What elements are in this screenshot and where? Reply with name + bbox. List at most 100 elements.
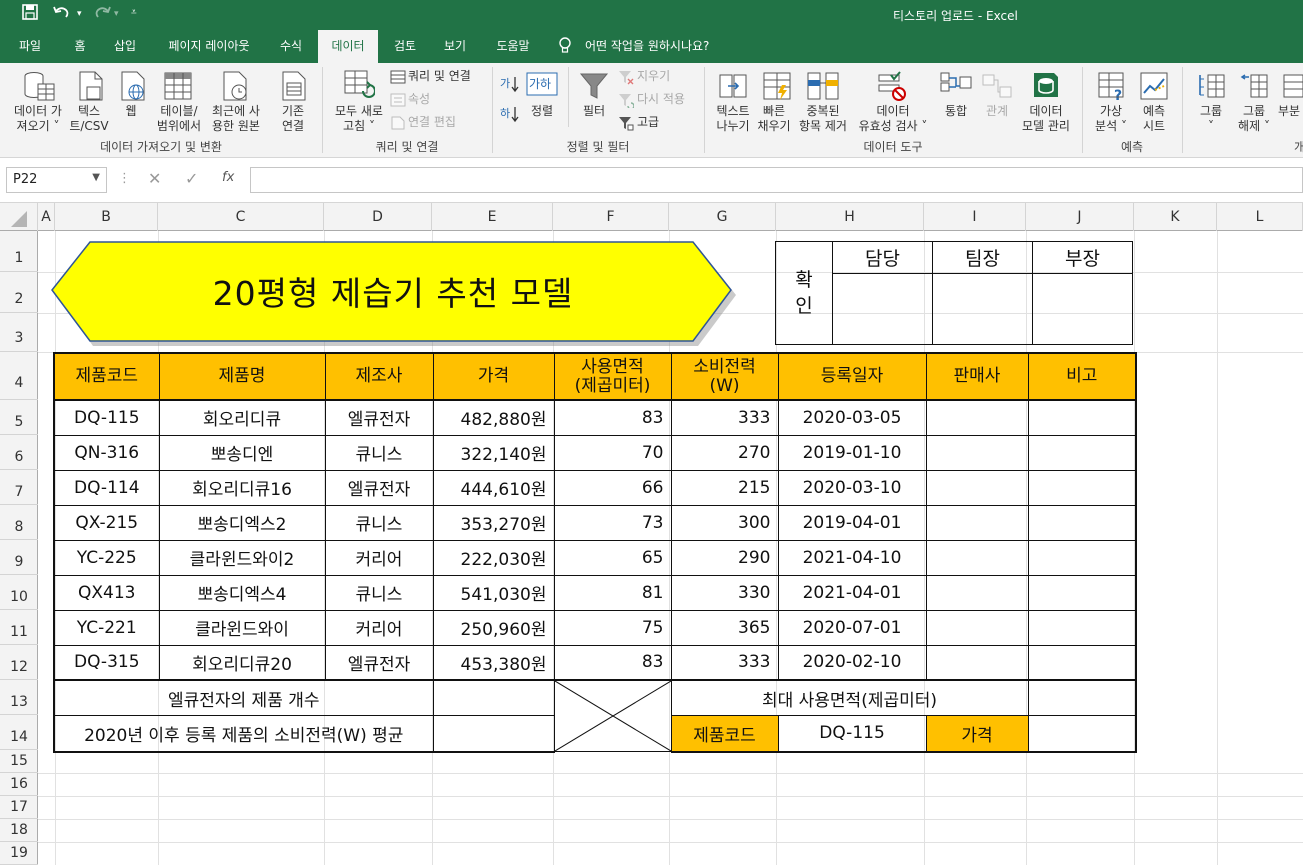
row-header[interactable]: 16 [0,773,38,796]
cell-empty[interactable] [925,644,1029,681]
cell-area[interactable]: 83 [553,644,672,681]
tab-insert[interactable]: 삽입 [104,30,146,63]
signature-cell[interactable] [932,273,1033,345]
summary-value-cell[interactable] [432,679,555,717]
price-value-cell[interactable] [1027,715,1137,753]
manage-data-model-button[interactable]: 데이터 모델 관리 [1018,104,1074,134]
tab-file[interactable]: 파일 [6,30,54,63]
properties-button[interactable]: 속성 [408,92,430,107]
web-button[interactable]: 웹 [116,104,146,119]
tell-me-search[interactable]: 어떤 작업을 원하시나요? [585,30,725,63]
tab-data[interactable]: 데이터 [318,30,378,63]
cell-power[interactable]: 270 [670,434,779,471]
cell-date[interactable]: 2019-01-10 [777,434,927,471]
cell-code[interactable]: QX413 [53,574,160,611]
row-header[interactable]: 15 [0,750,38,773]
cell-power[interactable]: 300 [670,504,779,541]
cell-code[interactable]: YC-225 [53,539,160,576]
row-header[interactable]: 9 [0,540,38,575]
cell-area[interactable]: 75 [553,609,672,646]
tab-page-layout[interactable]: 페이지 레이아웃 [156,30,262,63]
cell-name[interactable]: 클라윈드와이 [158,609,326,646]
cell-empty[interactable] [1027,609,1137,646]
undo-dropdown-icon[interactable]: ▾ [77,9,82,19]
row-header[interactable]: 18 [0,819,38,842]
edit-links-button[interactable]: 연결 편집 [408,115,456,130]
column-header[interactable]: K [1134,203,1217,231]
max-area-value-cell[interactable] [1027,679,1137,717]
column-header[interactable]: A [38,203,55,231]
cell-empty[interactable] [1027,574,1137,611]
row-header[interactable]: 3 [0,313,38,352]
cell-empty[interactable] [1027,504,1137,541]
cell-code[interactable]: DQ-315 [53,644,160,681]
row-header[interactable]: 6 [0,435,38,470]
tab-help[interactable]: 도움말 [486,30,540,63]
cell-price[interactable]: 250,960원 [432,609,555,646]
column-header[interactable]: I [924,203,1026,231]
row-header[interactable]: 13 [0,680,38,715]
sort-desc-icon[interactable]: 하 [500,105,520,127]
cell-empty[interactable] [925,609,1029,646]
sort-button[interactable]: 정렬 [524,104,560,119]
cell-maker[interactable]: 커리어 [324,539,434,576]
chevron-down-icon[interactable]: ▼ [92,172,100,183]
tab-formulas[interactable]: 수식 [270,30,312,63]
cell-empty[interactable] [1027,539,1137,576]
column-header[interactable]: J [1026,203,1134,231]
cell-power[interactable]: 330 [670,574,779,611]
header-cell[interactable]: 등록일자 [777,352,927,401]
cancel-icon[interactable]: ✕ [148,169,161,188]
cell-code[interactable]: QN-316 [53,434,160,471]
undo-icon[interactable] [52,4,74,24]
cell-price[interactable]: 353,270원 [432,504,555,541]
header-cell[interactable]: 제품코드 [53,352,160,401]
header-cell[interactable]: 제품명 [158,352,326,401]
row-header[interactable]: 4 [0,352,38,400]
redo-dropdown-icon[interactable]: ▾ [114,9,119,19]
cell-price[interactable]: 541,030원 [432,574,555,611]
cell-price[interactable]: 482,880원 [432,399,555,436]
header-cell[interactable]: 소비전력 (W) [670,352,779,401]
row-header[interactable]: 12 [0,645,38,680]
cell-name[interactable]: 회오리디큐 [158,399,326,436]
cell-empty[interactable] [925,539,1029,576]
cell-name[interactable]: 뽀송디엔 [158,434,326,471]
row-header[interactable]: 10 [0,575,38,610]
row-header[interactable]: 2 [0,272,38,313]
relationships-button[interactable]: 관계 [976,104,1018,119]
sort-asc-icon[interactable]: 가 [500,75,520,97]
row-header[interactable]: 7 [0,470,38,505]
column-header[interactable]: B [55,203,158,231]
cell-date[interactable]: 2019-04-01 [777,504,927,541]
cell-name[interactable]: 뽀송디엑스4 [158,574,326,611]
cell-name[interactable]: 회오리디큐16 [158,469,326,506]
data-validation-button[interactable]: 데이터 유효성 검사 ˅ [852,104,934,134]
cell-price[interactable]: 444,610원 [432,469,555,506]
cell-maker[interactable]: 큐니스 [324,434,434,471]
existing-connections-button[interactable]: 기존 연결 [272,104,314,134]
cell-maker[interactable]: 엘큐전자 [324,644,434,681]
signature-cell[interactable] [1032,273,1133,345]
column-header[interactable]: H [776,203,924,231]
row-header[interactable]: 1 [0,231,38,272]
get-data-button[interactable]: 데이터 가 져오기 ˅ [6,104,70,134]
cell-power[interactable]: 333 [670,644,779,681]
cell-area[interactable]: 66 [553,469,672,506]
row-header[interactable]: 19 [0,842,38,865]
insert-function-icon[interactable]: fx [222,170,234,185]
row-header[interactable]: 11 [0,610,38,645]
cell-area[interactable]: 73 [553,504,672,541]
cell-date[interactable]: 2020-03-05 [777,399,927,436]
column-header[interactable]: L [1217,203,1303,231]
cell-date[interactable]: 2020-03-10 [777,469,927,506]
column-header[interactable]: E [432,203,553,231]
header-cell[interactable]: 판매사 [925,352,1029,401]
cell-date[interactable]: 2021-04-01 [777,574,927,611]
cell-date[interactable]: 2021-04-10 [777,539,927,576]
cell-maker[interactable]: 커리어 [324,609,434,646]
cell-power[interactable]: 215 [670,469,779,506]
what-if-analysis-button[interactable]: 가상 분석 ˅ [1088,104,1134,134]
forecast-sheet-button[interactable]: 예측 시트 [1134,104,1174,134]
clear-button[interactable]: 지우기 [637,69,670,84]
